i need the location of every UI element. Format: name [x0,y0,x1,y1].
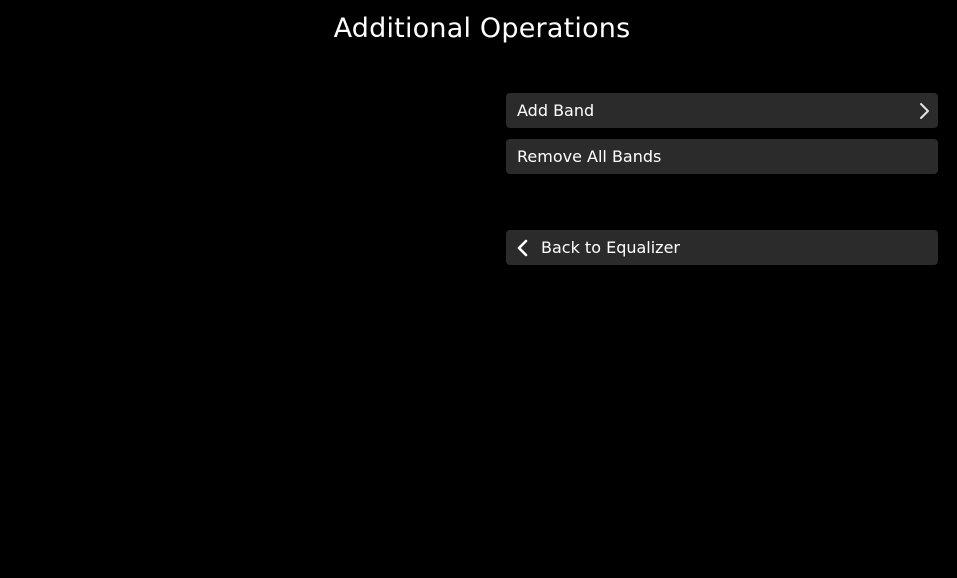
page-title: Additional Operations [333,13,631,44]
chevron-left-icon [515,239,531,257]
back-to-equalizer-button[interactable]: Back to Equalizer [506,230,938,265]
add-band-label: Add Band [517,101,595,120]
add-band-button[interactable]: Add Band [506,93,938,128]
back-to-equalizer-label: Back to Equalizer [541,238,680,257]
remove-all-bands-label: Remove All Bands [517,147,662,166]
chevron-right-icon [916,102,932,120]
remove-all-bands-button[interactable]: Remove All Bands [506,139,938,174]
additional-operations-screen: Additional Operations Add Band Remove Al… [0,0,957,578]
